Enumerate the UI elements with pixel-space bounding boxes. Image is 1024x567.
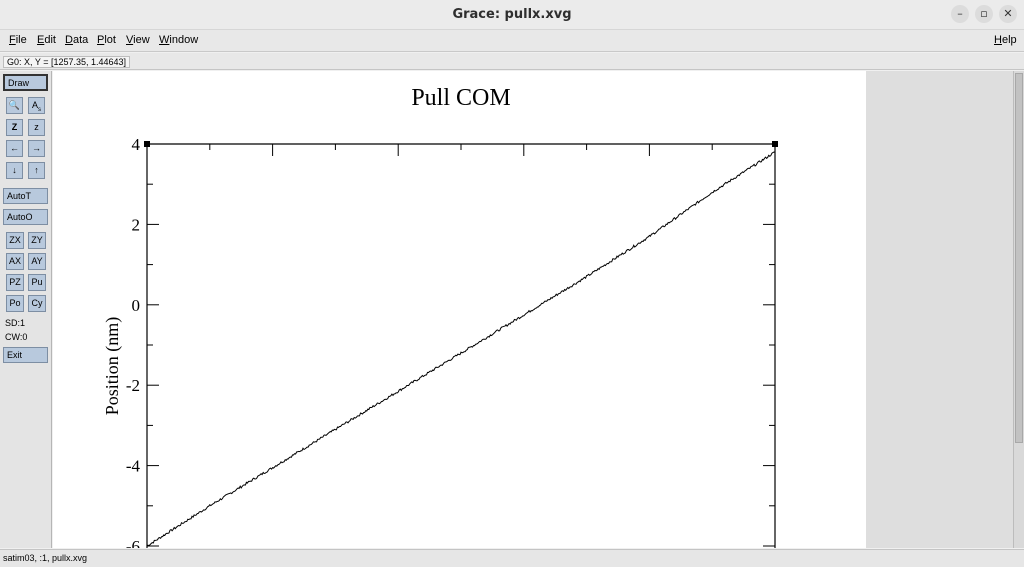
plot-canvas[interactable]: Pull COM Position (nm) 4 2 0 -2 -4 -6 (53, 71, 1013, 548)
pu-button[interactable]: Pu (28, 274, 46, 291)
zx-button[interactable]: ZX (6, 232, 24, 249)
ay-button[interactable]: AY (28, 253, 46, 270)
text-annotate-icon[interactable]: As (28, 97, 45, 114)
plot-svg: Pull COM Position (nm) 4 2 0 -2 -4 -6 (53, 71, 866, 548)
arrow-down-icon[interactable]: ↓ (6, 162, 23, 179)
page-background (53, 71, 866, 548)
po-button[interactable]: Po (6, 295, 24, 312)
close-icon[interactable]: ✕ (999, 5, 1017, 23)
locator-readout: G0: X, Y = [1257.35, 1.44643] (3, 56, 131, 68)
title-bar: Grace: pullx.xvg – ▫ ✕ (0, 0, 1024, 30)
y-tick-label: 0 (132, 296, 141, 315)
locator-bar: G0: X, Y = [1257.35, 1.44643] (0, 53, 1024, 70)
autoo-button[interactable]: AutoO (3, 209, 48, 225)
vertical-scrollbar[interactable] (1013, 71, 1024, 548)
minimize-icon[interactable]: – (951, 5, 969, 23)
scrollbar-thumb[interactable] (1015, 73, 1023, 443)
draw-button[interactable]: Draw (3, 74, 48, 91)
y-tick-label: 4 (132, 135, 141, 154)
cy-button[interactable]: Cy (28, 295, 46, 312)
cw-label: CW:0 (5, 332, 28, 342)
y-tick-label: -6 (126, 537, 140, 548)
sd-label: SD:1 (5, 318, 26, 328)
status-bar: satim03, :1, pullx.xvg (0, 549, 1024, 567)
window-title: Grace: pullx.xvg (452, 7, 572, 22)
pz-button[interactable]: PZ (6, 274, 24, 291)
arrow-up-icon[interactable]: ↑ (28, 162, 45, 179)
tool-panel: Draw 🔍 As Z z ← → ↓ ↑ AutoT AutoO ZX ZY … (0, 71, 52, 548)
chart-title: Pull COM (411, 85, 510, 111)
arrow-right-icon[interactable]: → (28, 140, 45, 157)
exit-button[interactable]: Exit (3, 347, 48, 363)
menu-data[interactable]: Data (65, 34, 88, 46)
y-tick-label: -2 (126, 376, 140, 395)
arrow-left-icon[interactable]: ← (6, 140, 23, 157)
menu-help[interactable]: Help (994, 34, 1017, 46)
menu-plot[interactable]: Plot (97, 34, 116, 46)
y-axis-label: Position (nm) (102, 317, 123, 416)
ax-button[interactable]: AX (6, 253, 24, 270)
maximize-icon[interactable]: ▫ (975, 5, 993, 23)
y-tick-label: 2 (132, 215, 141, 234)
zy-button[interactable]: ZY (28, 232, 46, 249)
menu-view[interactable]: View (126, 34, 150, 46)
zoom-z-small-icon[interactable]: z (28, 119, 45, 136)
zoom-magnifier-icon[interactable]: 🔍 (6, 97, 23, 114)
menu-edit[interactable]: Edit (37, 34, 56, 46)
autot-button[interactable]: AutoT (3, 188, 48, 204)
menu-window[interactable]: Window (159, 34, 198, 46)
y-tick-label: -4 (126, 457, 141, 476)
status-text: satim03, :1, pullx.xvg (3, 553, 88, 563)
zoom-z-icon[interactable]: Z (6, 119, 23, 136)
menu-bar: File Edit Data Plot View Window Help (0, 30, 1024, 52)
menu-file[interactable]: File (9, 34, 27, 46)
